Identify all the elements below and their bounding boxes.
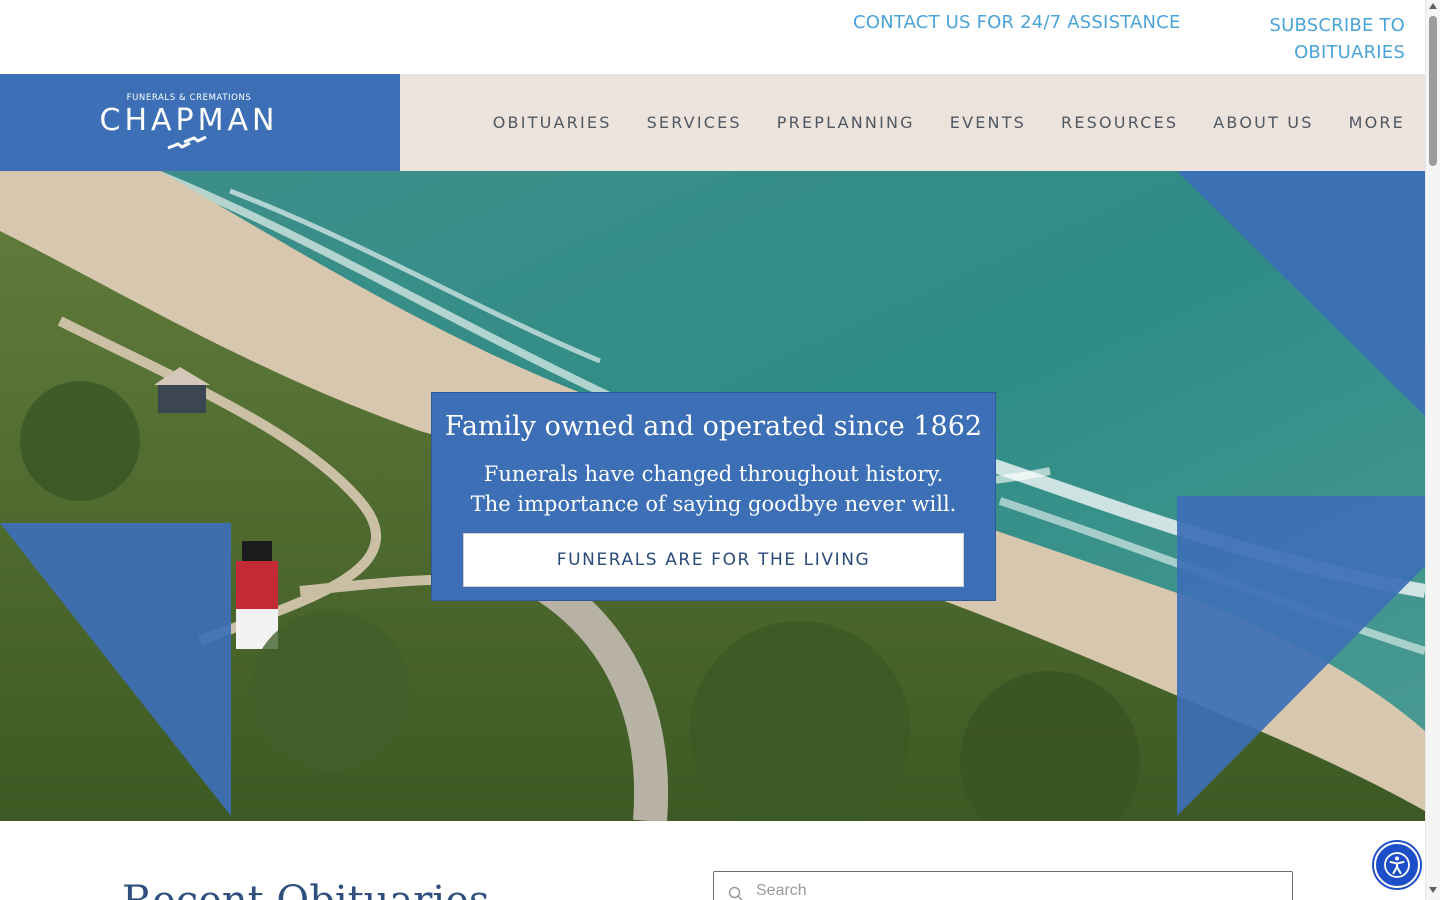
- accessibility-icon: [1384, 852, 1410, 878]
- hero-card: Family owned and operated since 1862 Fun…: [431, 392, 996, 601]
- nav-item-resources[interactable]: RESOURCES: [1061, 113, 1178, 132]
- hero-subheading: Funerals have changed throughout history…: [470, 462, 957, 516]
- main-nav: OBITUARIES SERVICES PREPLANNING EVENTS R…: [458, 74, 1405, 171]
- logo-name: CHAPMAN: [99, 103, 279, 138]
- hero-banner: Family owned and operated since 1862 Fun…: [0, 171, 1425, 821]
- logo-tagline: FUNERALS & CREMATIONS: [126, 93, 252, 103]
- page-scrollbar[interactable]: [1425, 0, 1440, 900]
- hero-heading: Family owned and operated since 1862: [444, 411, 983, 442]
- recent-obituaries-title: Recent Obituaries: [122, 878, 489, 900]
- obituary-search[interactable]: [713, 871, 1293, 900]
- nav-item-obituaries[interactable]: OBITUARIES: [493, 113, 612, 132]
- site-header: FUNERALS & CREMATIONS CHAPMAN OBITUARIES…: [0, 74, 1425, 171]
- contact-assistance-link[interactable]: CONTACT US FOR 24/7 ASSISTANCE: [853, 12, 1181, 33]
- funerals-for-living-button[interactable]: FUNERALS ARE FOR THE LIVING: [463, 533, 964, 587]
- nav-item-preplanning[interactable]: PREPLANNING: [777, 113, 915, 132]
- scroll-up-icon[interactable]: [1429, 3, 1437, 9]
- nav-item-about-us[interactable]: ABOUT US: [1213, 113, 1313, 132]
- nav-item-events[interactable]: EVENTS: [950, 113, 1026, 132]
- scroll-thumb[interactable]: [1429, 16, 1437, 166]
- nav-item-more[interactable]: MORE: [1349, 113, 1405, 132]
- search-icon: [728, 886, 744, 900]
- subscribe-obituaries-link[interactable]: SUBSCRIBE TO OBITUARIES: [1235, 12, 1405, 66]
- top-bar: CONTACT US FOR 24/7 ASSISTANCE SUBSCRIBE…: [0, 0, 1425, 74]
- obituary-search-input[interactable]: [756, 882, 1256, 900]
- logo[interactable]: FUNERALS & CREMATIONS CHAPMAN: [0, 74, 400, 171]
- nav-item-services[interactable]: SERVICES: [647, 113, 742, 132]
- accessibility-button[interactable]: [1374, 842, 1420, 888]
- waves-icon: [167, 136, 207, 150]
- scroll-down-icon[interactable]: [1429, 887, 1437, 893]
